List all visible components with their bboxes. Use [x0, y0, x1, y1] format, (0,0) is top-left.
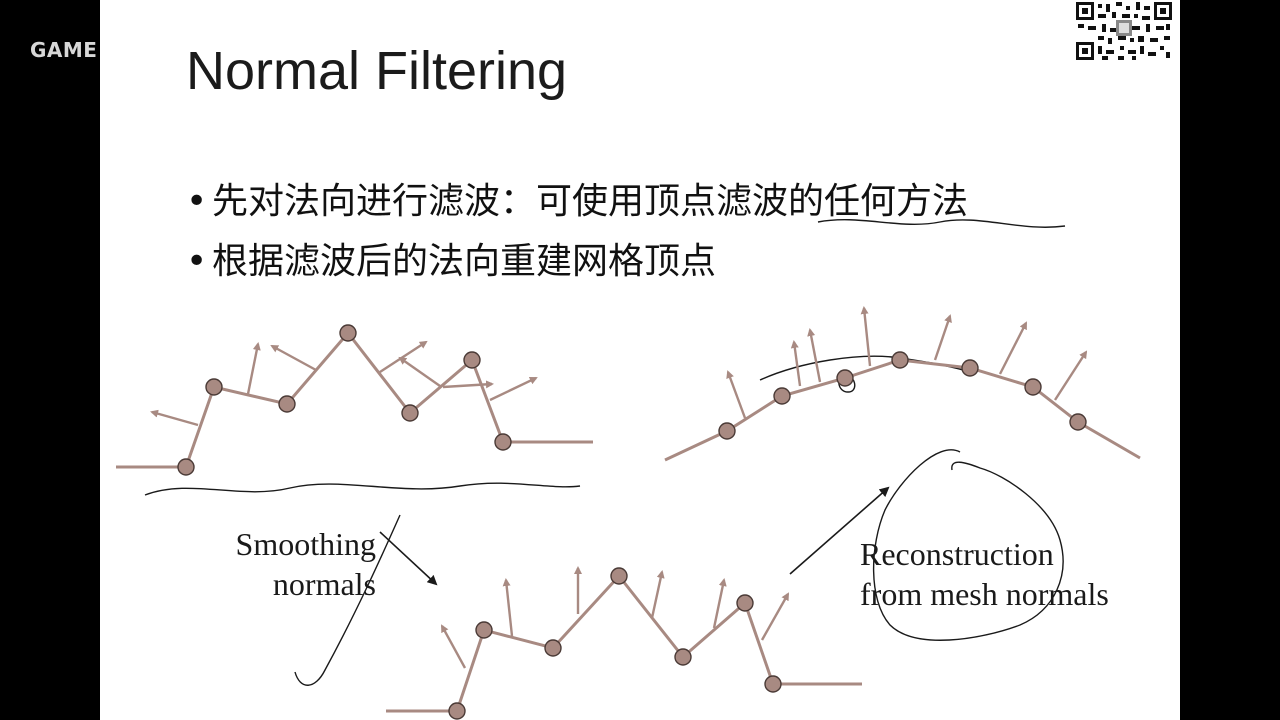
noisy-mesh-polyline [116, 330, 593, 469]
smooth-mesh [664, 306, 1141, 462]
wavy-underline [144, 482, 581, 496]
smoothed-normals-polyline [386, 573, 862, 713]
caption-line: normals [272, 566, 376, 602]
caption-line: Smoothing [235, 526, 376, 562]
smoothing-arrow [379, 531, 438, 586]
caption-line: Reconstruction [860, 536, 1054, 572]
smoothed-normals-mesh [386, 566, 862, 720]
video-frame: GAME Normal Filtering • 先对法向进行滤波：可使用顶点滤波的… [0, 0, 1280, 720]
noisy-mesh-vertices [177, 324, 512, 476]
process-arrows [379, 486, 890, 586]
smooth-mesh-polyline [664, 358, 1141, 462]
watermark-text: GAME [30, 38, 98, 62]
slide: Normal Filtering • 先对法向进行滤波：可使用顶点滤波的任何方法 … [100, 0, 1180, 720]
noisy-mesh [116, 324, 593, 476]
smoothing-caption: Smoothing normals [216, 524, 376, 604]
caption-line: from mesh normals [860, 576, 1109, 612]
handwritten-annotations [144, 219, 1066, 686]
arc-scribble [759, 355, 969, 381]
qr-code-icon [1074, 0, 1174, 62]
reconstruction-caption: Reconstruction from mesh normals [860, 534, 1109, 614]
smooth-mesh-vertices [718, 351, 1087, 440]
underline-scribble [817, 219, 1066, 228]
smoothed-normals-vertices [448, 567, 782, 720]
